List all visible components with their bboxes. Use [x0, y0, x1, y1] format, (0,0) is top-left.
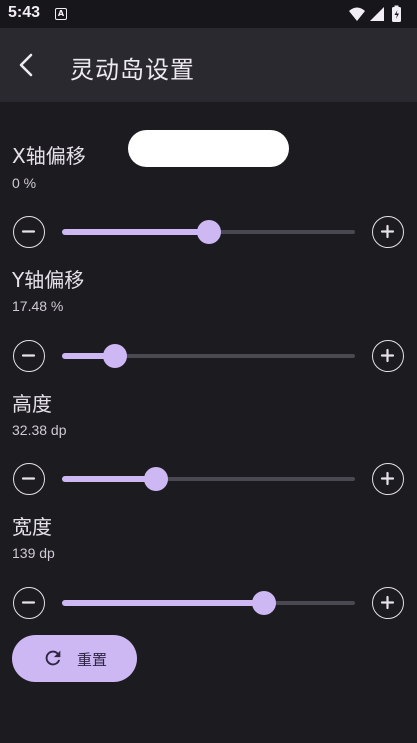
x-decrease-button[interactable] [13, 216, 45, 248]
slider-thumb[interactable] [103, 344, 127, 368]
height-slider[interactable] [62, 467, 355, 491]
y-offset-label: Y轴偏移 [12, 268, 85, 292]
minus-icon [21, 477, 36, 480]
y-offset-slider[interactable] [62, 344, 355, 368]
reset-button-label: 重置 [77, 651, 108, 669]
minus-icon [21, 230, 36, 233]
page-title: 灵动岛设置 [70, 56, 195, 84]
app-bar: 灵动岛设置 [0, 28, 417, 102]
height-decrease-button[interactable] [13, 463, 45, 495]
x-offset-value: 0 % [12, 175, 37, 191]
height-increase-button[interactable] [372, 463, 404, 495]
plus-icon [380, 348, 395, 363]
minus-icon [21, 601, 36, 604]
x-increase-button[interactable] [372, 216, 404, 248]
back-button[interactable] [6, 41, 46, 89]
y-offset-value: 17.48 % [12, 298, 64, 314]
width-decrease-button[interactable] [13, 587, 45, 619]
height-label: 高度 [12, 392, 52, 416]
wifi-icon [349, 7, 365, 21]
reset-button[interactable]: 重置 [12, 635, 137, 682]
slider-thumb[interactable] [197, 220, 221, 244]
slider-active-track [62, 476, 156, 482]
width-label: 宽度 [12, 515, 52, 539]
battery-icon [392, 5, 401, 22]
value-input-field[interactable] [128, 130, 289, 167]
signal-icon [370, 7, 384, 21]
minus-icon [21, 354, 36, 357]
slider-active-track [62, 600, 264, 606]
status-bar: 5:43 A [0, 0, 417, 28]
y-increase-button[interactable] [372, 340, 404, 372]
slider-active-track [62, 229, 209, 235]
status-time: 5:43 [8, 4, 41, 21]
height-value: 32.38 dp [12, 422, 67, 438]
refresh-icon [45, 650, 61, 666]
width-value: 139 dp [12, 545, 55, 561]
plus-icon [380, 224, 395, 239]
plus-icon [380, 471, 395, 486]
arrow-back-icon [19, 53, 33, 77]
width-increase-button[interactable] [372, 587, 404, 619]
status-icons [349, 5, 401, 22]
slider-thumb[interactable] [252, 591, 276, 615]
notification-app-icon: A [55, 8, 67, 20]
x-offset-slider[interactable] [62, 220, 355, 244]
slider-thumb[interactable] [144, 467, 168, 491]
plus-icon [380, 595, 395, 610]
y-decrease-button[interactable] [13, 340, 45, 372]
width-slider[interactable] [62, 591, 355, 615]
x-offset-label: X轴偏移 [12, 144, 86, 168]
